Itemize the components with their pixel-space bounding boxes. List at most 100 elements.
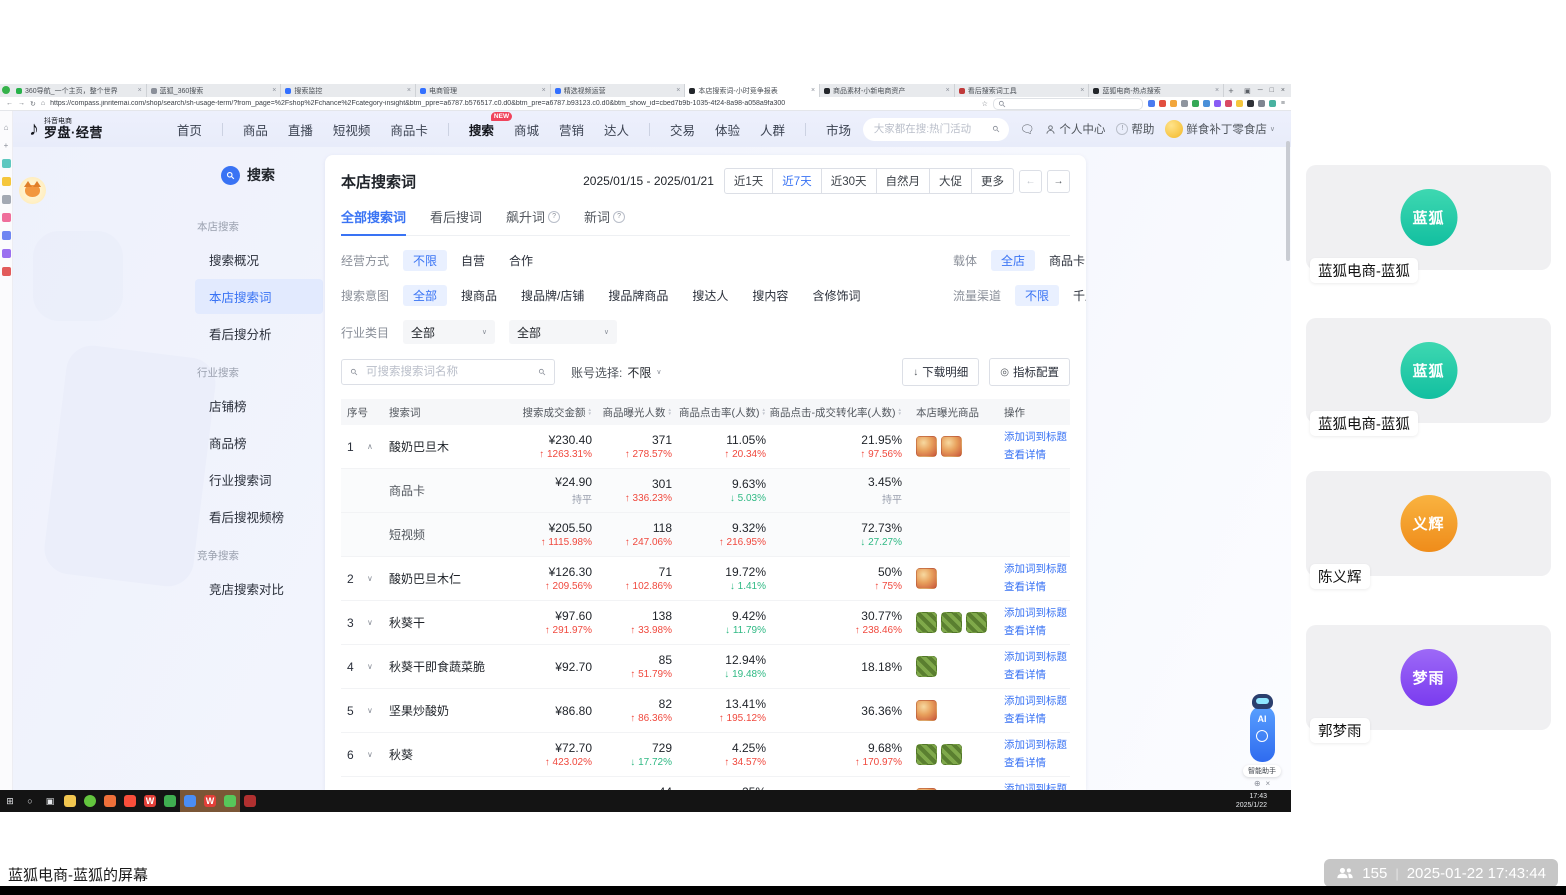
nuts-product-thumbnail[interactable] [916, 436, 937, 457]
huoshan-icon[interactable] [120, 790, 140, 812]
tab-close-icon[interactable]: × [542, 87, 546, 94]
participant-card[interactable]: 梦雨 郭梦雨 [1306, 625, 1551, 743]
nav-item-交易[interactable]: 交易 [670, 120, 695, 139]
sheets-icon[interactable] [160, 790, 180, 812]
filter-chip-搜品牌商品[interactable]: 搜品牌商品 [598, 285, 678, 306]
message-icon[interactable]: 🗨 [1020, 122, 1035, 136]
extension-icon[interactable] [1147, 100, 1155, 107]
date-preset-自然月[interactable]: 自然月 [875, 168, 930, 194]
tab-close-icon[interactable]: × [676, 87, 680, 94]
filter-chip-全部[interactable]: 全部 [403, 285, 448, 306]
wps-icon[interactable]: W [140, 790, 160, 812]
shop-switcher[interactable]: 鲜食补丁零食店 ∨ [1165, 120, 1275, 138]
extension-icon[interactable] [1246, 100, 1254, 107]
file-explorer-icon[interactable] [60, 790, 80, 812]
sidebar-item-行业搜索词[interactable]: 行业搜索词 [195, 462, 323, 497]
filter-chip-含修饰词[interactable]: 含修饰词 [802, 285, 870, 306]
fox-pet-widget[interactable] [19, 177, 46, 204]
participant-card[interactable]: 蓝狐 蓝狐电商-蓝狐 [1306, 165, 1551, 283]
extension-icon[interactable] [1224, 100, 1232, 107]
app-purple-icon[interactable] [1, 249, 11, 258]
app-teal-icon[interactable] [1, 159, 11, 168]
participant-card[interactable]: 义辉 陈义辉 [1306, 471, 1551, 589]
filter-chip-不限[interactable]: 不限 [403, 250, 448, 271]
filter-chip-搜内容[interactable]: 搜内容 [742, 285, 798, 306]
category-select[interactable]: 全部 ∨ [509, 320, 618, 344]
prev-period-button[interactable]: ← [1019, 169, 1042, 193]
app-blue-icon[interactable] [1, 231, 11, 240]
help-link[interactable]: ! 帮助 [1116, 121, 1154, 137]
date-preset-近7天[interactable]: 近7天 [772, 168, 822, 194]
filter-chip-全店[interactable]: 全店 [991, 250, 1036, 271]
task-view-icon[interactable]: ▣ [40, 790, 60, 812]
nav-item-商品[interactable]: 商品 [243, 120, 268, 139]
extension-icon[interactable] [1191, 100, 1199, 107]
add-word-to-title-link[interactable]: 添加词到标题 [1004, 649, 1067, 666]
view-details-link[interactable]: 查看详情 [1004, 667, 1046, 684]
settings-gear-icon[interactable] [1, 195, 11, 204]
add-word-to-title-link[interactable]: 添加词到标题 [1004, 561, 1067, 578]
add-word-to-title-link[interactable]: 添加词到标题 [1004, 737, 1067, 754]
view-details-link[interactable]: 查看详情 [1004, 579, 1046, 596]
next-period-button[interactable]: → [1047, 169, 1070, 193]
view-details-link[interactable]: 查看详情 [1004, 755, 1046, 772]
browser-tab[interactable]: 360导航_一个主页，整个世界 × [12, 84, 147, 97]
tab-飙升词[interactable]: 飙升词? [506, 207, 561, 235]
sidebar-item-看后搜分析[interactable]: 看后搜分析 [195, 316, 323, 351]
date-preset-近1天[interactable]: 近1天 [723, 168, 774, 194]
filter-chip-商品卡[interactable]: 商品卡 [1039, 250, 1086, 271]
filter-chip-搜商品[interactable]: 搜商品 [451, 285, 507, 306]
filter-chip-不限[interactable]: 不限 [1015, 285, 1060, 306]
ai-expand-icon[interactable]: ⊕ [1254, 779, 1261, 788]
expand-caret-icon[interactable]: ∨ [367, 618, 389, 627]
browser-tab[interactable]: 搜索监控 × [281, 84, 417, 97]
okra-product-thumbnail[interactable] [916, 744, 937, 765]
browser-tab[interactable]: 电商管理 × [416, 84, 551, 97]
expand-caret-icon[interactable]: ∨ [367, 750, 389, 759]
keyword-search-input[interactable] [364, 365, 532, 379]
expand-caret-icon[interactable]: ∨ [367, 706, 389, 715]
wechat-icon[interactable] [220, 790, 240, 812]
tab-close-icon[interactable]: × [1080, 87, 1084, 94]
nuts-product-thumbnail[interactable] [941, 436, 962, 457]
browser-search-box[interactable] [992, 97, 1143, 110]
tab-close-icon[interactable]: × [407, 87, 411, 94]
app-orange-icon[interactable] [100, 790, 120, 812]
column-header-商品点击率(人数)[interactable]: 商品点击率(人数) ▲ ▼ [672, 405, 766, 420]
search-icon[interactable]: ○ [20, 790, 40, 812]
expand-caret-icon[interactable]: ∨ [367, 662, 389, 671]
sidebar-item-竞店搜索对比[interactable]: 竞店搜索对比 [195, 571, 323, 606]
nav-item-达人[interactable]: 达人 [604, 120, 629, 139]
tab-看后搜词[interactable]: 看后搜词 [430, 207, 482, 235]
filter-chip-自营[interactable]: 自营 [451, 250, 495, 271]
extension-icon[interactable] [1235, 100, 1243, 107]
browser-tab[interactable]: 蓝狐_360搜索 × [147, 84, 282, 97]
okra-product-thumbnail[interactable] [916, 656, 937, 677]
add-word-to-title-link[interactable]: 添加词到标题 [1004, 429, 1067, 446]
minimize-icon[interactable]: ─ [1258, 87, 1263, 94]
maximize-icon[interactable]: □ [1270, 87, 1274, 94]
expand-caret-icon[interactable]: ∨ [367, 574, 389, 583]
tab-close-icon[interactable]: × [811, 87, 815, 94]
nav-item-直播[interactable]: 直播 [288, 120, 313, 139]
ai-assistant-widget[interactable]: AI 智能助手 ⊕ × [1241, 694, 1283, 788]
date-preset-更多[interactable]: 更多 [971, 168, 1014, 194]
filter-chip-千川[interactable]: 千川 [1063, 285, 1086, 306]
extension-icon[interactable] [1257, 100, 1265, 107]
app-darkred-icon[interactable] [240, 790, 260, 812]
account-select[interactable]: 账号选择: 不限 ∨ [571, 364, 661, 381]
nav-item-首页[interactable]: 首页 [177, 120, 202, 139]
date-preset-近30天[interactable]: 近30天 [820, 168, 877, 194]
keyword-search-box[interactable] [341, 359, 555, 385]
url-text[interactable]: https://compass.jinritemai.com/shop/sear… [50, 100, 977, 107]
nuts-product-thumbnail[interactable] [916, 700, 937, 721]
wps-writer-icon[interactable]: W [200, 790, 220, 812]
new-tab-button[interactable]: + [1224, 84, 1238, 97]
metric-config-button[interactable]: ◎ 指标配置 [989, 358, 1070, 386]
page-scrollbar[interactable] [1286, 141, 1290, 261]
home-icon[interactable]: ⌂ [2, 123, 11, 132]
windows-start-icon[interactable]: ⊞ [0, 790, 20, 812]
date-preset-大促[interactable]: 大促 [929, 168, 972, 194]
sidebar-item-店铺榜[interactable]: 店铺榜 [195, 388, 323, 423]
add-word-to-title-link[interactable]: 添加词到标题 [1004, 605, 1067, 622]
